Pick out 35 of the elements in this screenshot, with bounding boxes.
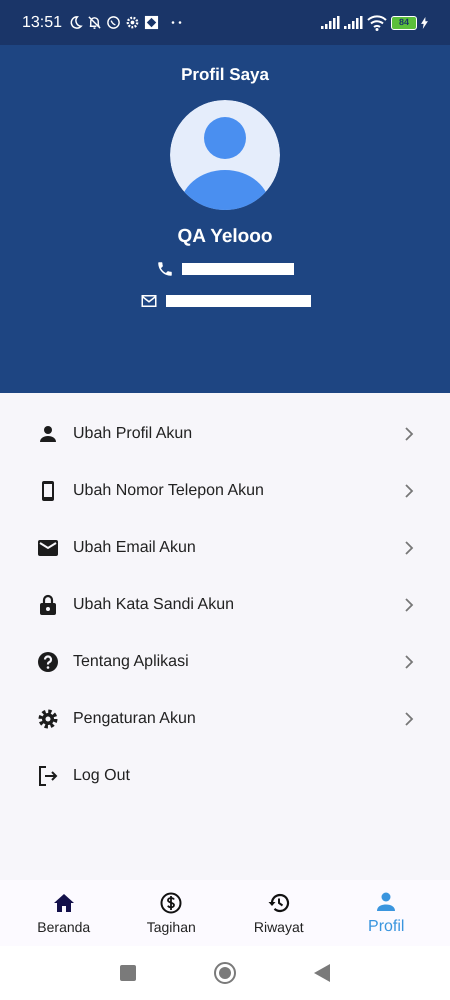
home-icon	[52, 891, 76, 915]
menu-item[interactable]: Ubah Kata Sandi Akun	[0, 576, 450, 633]
menu-item[interactable]: Ubah Email Akun	[0, 519, 450, 576]
menu-item[interactable]: Tentang Aplikasi	[0, 633, 450, 690]
nav-tab[interactable]: Beranda	[18, 891, 109, 935]
status-time: 13:51	[22, 14, 62, 32]
signal-icon	[344, 16, 363, 29]
menu-item[interactable]: Ubah Profil Akun	[0, 405, 450, 462]
moon-icon	[68, 15, 84, 30]
page-title: Profil Saya	[181, 65, 269, 85]
menu-item[interactable]: Log Out	[0, 747, 450, 804]
signal-icon	[321, 16, 340, 29]
menu-item[interactable]: Pengaturan Akun	[0, 690, 450, 747]
more-icon	[171, 20, 184, 25]
dollar-icon	[159, 891, 184, 915]
history-icon	[266, 891, 291, 915]
help-icon	[36, 650, 60, 674]
muted-bell-icon	[87, 15, 102, 30]
wifi-icon	[367, 14, 387, 30]
nav-tab[interactable]: Riwayat	[234, 891, 324, 935]
back-button[interactable]	[314, 964, 330, 982]
user-name: QA Yelooo	[177, 226, 273, 248]
menu-item[interactable]: Ubah Nomor Telepon Akun	[0, 462, 450, 519]
logout-icon	[36, 764, 60, 788]
app-icon	[144, 15, 160, 30]
phone-icon	[156, 260, 174, 278]
mail-icon	[140, 292, 158, 310]
charging-icon	[421, 16, 428, 28]
battery-level: 84	[398, 18, 409, 27]
home-button[interactable]	[214, 962, 236, 984]
settings-icon	[36, 706, 60, 730]
nav-tab[interactable]: Tagihan	[126, 891, 216, 935]
chat-icon	[106, 15, 122, 30]
gear-icon	[125, 15, 140, 30]
avatar-icon	[170, 100, 280, 210]
